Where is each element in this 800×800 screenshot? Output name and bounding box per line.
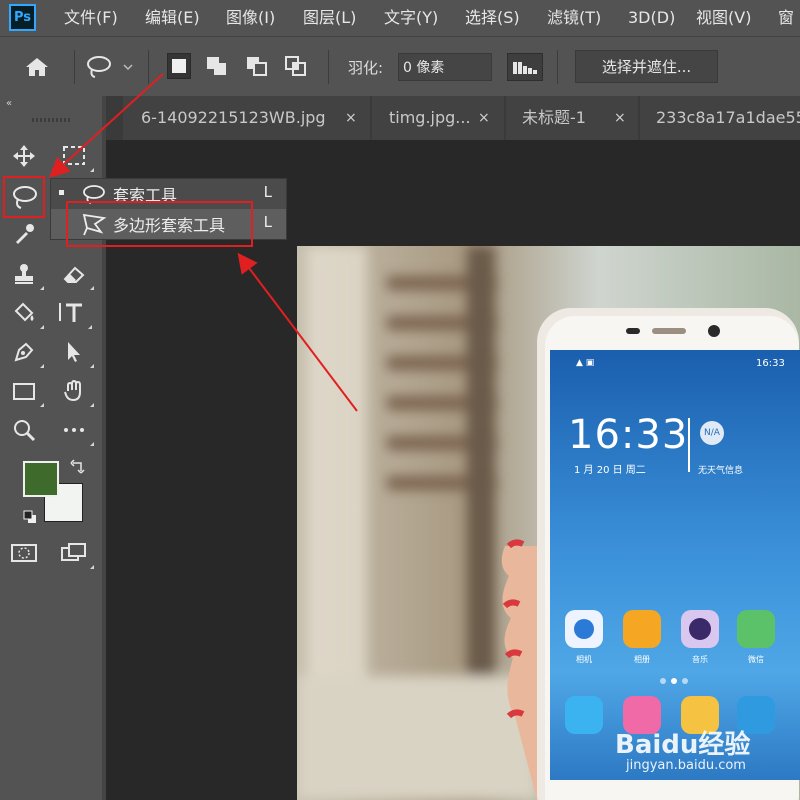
tab-document-2[interactable]: timg.jpg... × [372,96,504,140]
stamp-tool[interactable] [10,260,44,290]
weather-badge: N/A [704,428,720,438]
move-tool[interactable] [10,142,38,170]
watermark-url: jingyan.baidu.com [626,758,746,773]
tab-label: 未标题-1 [522,108,586,127]
subtract-selection-icon [247,57,267,76]
eraser-icon [63,266,85,283]
shortcut-key: L [263,183,272,201]
lasso-icon [13,186,37,209]
marquee-tool[interactable] [60,142,94,172]
hand-icon [64,379,81,402]
new-selection-icon [172,59,186,73]
menu-filter[interactable]: 滤镜(T) [547,0,601,36]
phone-date: 1 月 20 日 周二 [574,465,646,476]
menu-edit[interactable]: 编辑(E) [145,0,200,36]
move-icon [13,145,35,167]
quick-mask-icon [11,544,37,562]
ellipsis-icon [64,428,84,432]
tab-label: 6-14092215123WB.jpg [141,108,326,127]
pen-icon [14,342,34,362]
tab-document-3[interactable]: 未标题-1 × [506,96,638,140]
type-icon [59,303,82,322]
intersect-selection-button[interactable] [284,53,308,79]
clone-stamp-icon [15,264,33,284]
eyedropper-icon [16,224,34,244]
phone-weather: 无天气信息 [698,466,744,476]
menu-layer[interactable]: 图层(L) [303,0,356,36]
menu-3d[interactable]: 3D(D) [628,0,675,36]
paint-bucket-tool[interactable] [10,299,44,329]
close-icon[interactable]: × [614,96,626,140]
toolbar-grip[interactable] [32,118,70,122]
zoom-tool[interactable] [10,416,38,444]
feather-input[interactable] [398,53,492,81]
rectangle-icon [13,383,35,400]
close-icon[interactable]: × [478,96,490,140]
options-bar: 羽化: 选择并遮住... [0,36,800,96]
highlight-box [66,201,253,247]
subtract-from-selection-button[interactable] [245,53,269,79]
lasso-icon [87,56,133,78]
quick-mask-button[interactable] [10,539,38,567]
magnifier-icon [14,420,36,442]
default-colors-icon[interactable] [23,509,37,523]
lasso-tool[interactable] [3,176,45,218]
menu-view[interactable]: 视图(V) [696,0,751,36]
menu-image[interactable]: 图像(I) [226,0,275,36]
menu-type[interactable]: 文字(Y) [384,0,438,36]
feather-label: 羽化: [348,59,384,77]
marquee-icon [63,146,85,165]
photoshop-logo: Ps [9,4,36,31]
arrow-pointer-icon [68,342,80,362]
phone-clock: 16:33 [568,412,689,458]
hand-tool[interactable] [60,377,94,407]
phone-status-icons: ▲ ▣ [576,358,595,368]
selected-marker [59,190,64,195]
app-label: 音乐 [692,655,708,664]
menu-window[interactable]: 窗 [778,0,794,36]
home-icon[interactable] [24,55,50,79]
collapse-panel-icon[interactable]: « [6,98,12,109]
foreground-color-swatch[interactable] [23,461,59,497]
close-icon[interactable]: × [345,96,357,140]
more-tools-button[interactable] [60,416,94,446]
phone-status-time: 16:33 [756,358,785,369]
swap-colors-icon[interactable] [69,459,85,475]
eyedropper-tool[interactable] [10,220,38,248]
photo-artwork [297,246,800,800]
add-selection-icon [207,57,226,75]
tab-label: timg.jpg... [389,108,471,127]
canvas-image[interactable]: ▲ ▣ 16:33 16:33 1 月 20 日 周二 N/A 无天气信息 相机… [297,246,800,800]
intersect-selection-icon [285,56,306,76]
rectangle-tool[interactable] [10,377,44,407]
select-and-mask-button[interactable]: 选择并遮住... [575,50,718,83]
menu-select[interactable]: 选择(S) [465,0,520,36]
anti-alias-toggle[interactable] [507,53,543,81]
tool-preset-picker[interactable] [86,54,136,80]
app-label: 相机 [576,655,592,664]
watermark-brand: Baidu经验 [615,730,751,760]
menu-bar: Ps 文件(F) 编辑(E) 图像(I) 图层(L) 文字(Y) 选择(S) 滤… [0,0,800,36]
app-label: 微信 [748,655,764,664]
tab-label: 233c8a17a1dae55 [656,108,800,127]
paint-bucket-icon [14,302,34,322]
document-tab-bar: 6-14092215123WB.jpg × timg.jpg... × 未标题-… [106,96,800,140]
new-selection-button[interactable] [167,53,191,79]
screen-mode-icon [61,543,86,561]
path-selection-tool[interactable] [60,338,94,368]
anti-alias-icon [513,62,537,74]
tab-document-1[interactable]: 6-14092215123WB.jpg × [123,96,370,140]
type-tool[interactable] [58,299,92,329]
eraser-tool[interactable] [60,260,94,290]
tab-document-4[interactable]: 233c8a17a1dae55 [640,96,800,140]
pen-tool[interactable] [10,338,44,368]
add-to-selection-button[interactable] [205,53,229,79]
app-label: 相册 [634,655,650,664]
shortcut-key: L [263,213,272,231]
screen-mode-button[interactable] [60,539,94,569]
menu-file[interactable]: 文件(F) [64,0,118,36]
